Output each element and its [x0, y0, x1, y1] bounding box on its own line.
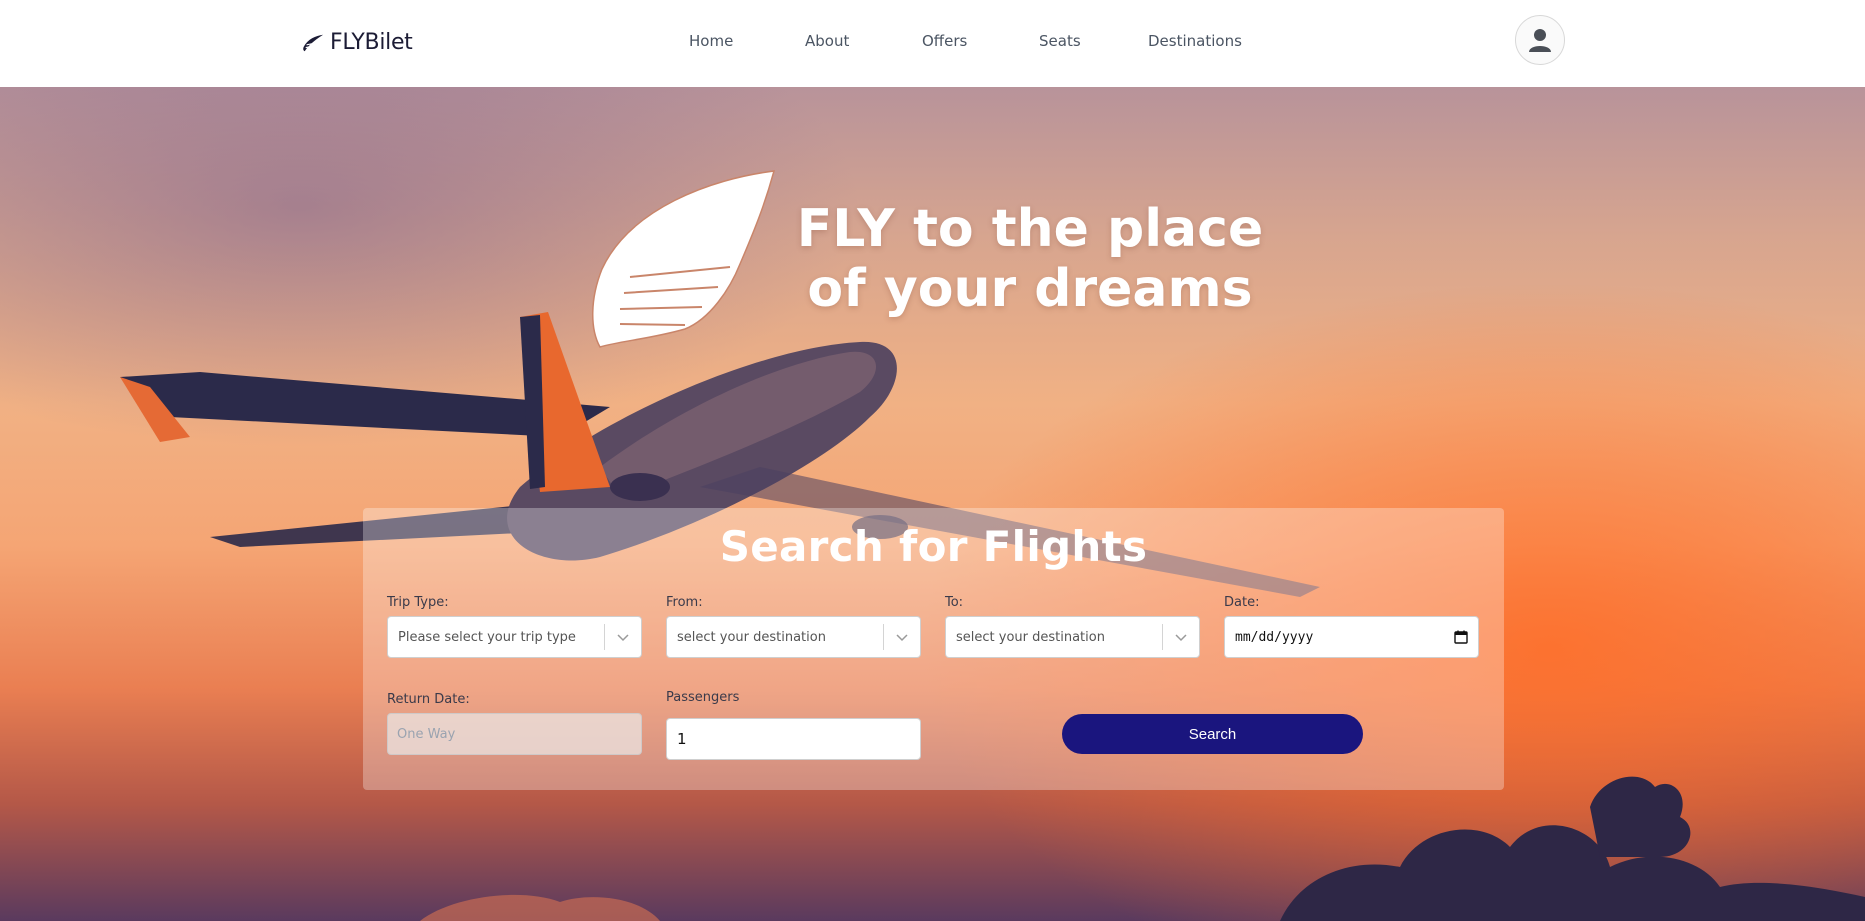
return-date-placeholder: One Way — [397, 726, 456, 742]
chevron-down-icon[interactable] — [884, 630, 920, 644]
nav-link-about[interactable]: About — [805, 32, 849, 50]
calendar-icon[interactable] — [1454, 630, 1468, 644]
search-panel-title: Search for Flights — [719, 522, 1148, 571]
trip-type-label: Trip Type: — [387, 595, 449, 610]
hero-title: FLY to the place of your dreams — [780, 199, 1280, 319]
trip-type-placeholder: Please select your trip type — [398, 629, 576, 645]
nav-link-seats[interactable]: Seats — [1039, 32, 1081, 50]
date-input[interactable]: mm/dd/yyyy — [1224, 616, 1479, 658]
nav-link-destinations[interactable]: Destinations — [1148, 32, 1242, 50]
hero-section: FLY to the place of your dreams Search f… — [0, 87, 1865, 921]
user-avatar-icon — [1529, 29, 1551, 52]
from-label: From: — [666, 595, 703, 610]
to-label: To: — [945, 595, 964, 610]
hero-title-line1: FLY to the place — [796, 199, 1264, 259]
chevron-down-icon[interactable] — [605, 630, 641, 644]
trip-type-select[interactable]: Please select your trip type — [387, 616, 642, 658]
return-date-input: One Way — [387, 713, 642, 755]
chevron-down-icon[interactable] — [1163, 630, 1199, 644]
hero-title-line2: of your dreams — [807, 259, 1253, 319]
from-placeholder: select your destination — [677, 629, 826, 645]
profile-button[interactable] — [1515, 15, 1565, 65]
nav-link-home[interactable]: Home — [689, 32, 733, 50]
main-nav: Home About Offers Seats Destinations — [0, 32, 1865, 54]
to-placeholder: select your destination — [956, 629, 1105, 645]
passengers-value: 1 — [677, 730, 687, 748]
nav-link-offers[interactable]: Offers — [922, 32, 967, 50]
date-placeholder: mm/dd/yyyy — [1235, 629, 1314, 645]
to-select[interactable]: select your destination — [945, 616, 1200, 658]
search-button[interactable]: Search — [1062, 714, 1363, 754]
top-navbar: FLYBilet Home About Offers Seats Destina… — [0, 0, 1865, 87]
return-date-label: Return Date: — [387, 692, 470, 707]
wing-logo-icon — [592, 170, 776, 348]
from-select[interactable]: select your destination — [666, 616, 921, 658]
passengers-input[interactable]: 1 — [666, 718, 921, 760]
date-label: Date: — [1224, 595, 1260, 610]
flight-search-panel: Search for Flights Trip Type: Please sel… — [363, 508, 1504, 790]
passengers-label: Passengers — [666, 690, 740, 705]
